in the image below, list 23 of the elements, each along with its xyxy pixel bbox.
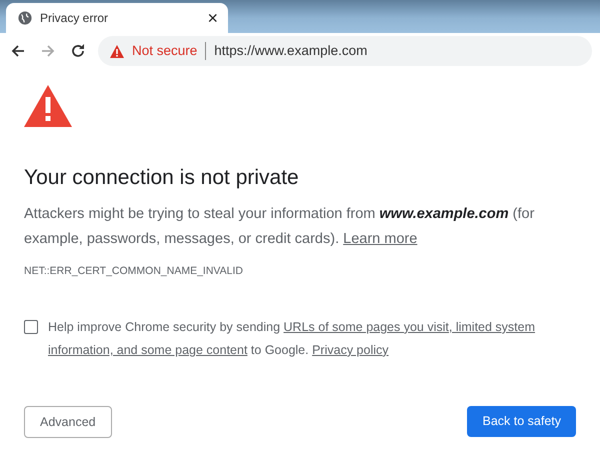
browser-tab[interactable]: Privacy error × xyxy=(6,3,228,33)
learn-more-link[interactable]: Learn more xyxy=(343,231,418,248)
right-arrow-icon xyxy=(40,43,56,59)
left-arrow-icon xyxy=(10,43,26,59)
advanced-button[interactable]: Advanced xyxy=(24,406,112,438)
address-bar[interactable]: Not secure https://www.example.com xyxy=(98,36,592,66)
warning-icon xyxy=(24,85,72,127)
reload-icon xyxy=(70,43,86,59)
security-label: Not secure xyxy=(132,42,198,60)
page-heading: Your connection is not private xyxy=(24,165,300,190)
back-to-safety-button[interactable]: Back to safety xyxy=(467,406,576,437)
report-link[interactable]: information, and some page content xyxy=(48,342,248,357)
globe-icon xyxy=(18,11,32,25)
report-link[interactable]: URLs of some pages you visit, limited system xyxy=(284,320,536,334)
report-checkbox[interactable] xyxy=(24,320,38,334)
close-tab-button[interactable]: × xyxy=(207,9,218,27)
error-code: NET::ERR_CERT_COMMON_NAME_INVALID xyxy=(24,264,244,280)
url-text: https://www.example.com xyxy=(214,42,368,60)
report-link[interactable]: Privacy policy xyxy=(312,342,389,357)
tab-title: Privacy error xyxy=(40,10,110,27)
report-text: Help improve Chrome security by sending URLs of some pages you visit, limited system information, and some page content to Google. Privacy policy xyxy=(48,318,536,359)
warning-icon xyxy=(110,44,124,58)
warning-message: Attackers might be trying to steal your information from www.example.com (for example, passwords, messages, or credit cards). Learn more xyxy=(24,205,536,250)
